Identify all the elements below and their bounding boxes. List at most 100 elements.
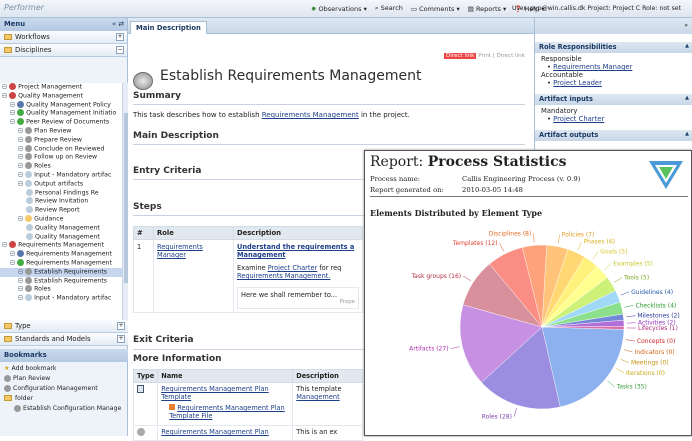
bookmark-item[interactable]: Configuration Management — [0, 384, 128, 394]
standards-section[interactable]: Standards and Models+ — [0, 333, 128, 346]
tree-item[interactable]: ⊟ Roles — [0, 285, 122, 294]
tree-item[interactable]: ⊟ Prepare Review — [0, 136, 122, 145]
tree-toggle-icon[interactable]: ⊟ — [18, 277, 25, 284]
artifact-name: Requirements Management Plan — [158, 426, 293, 441]
tree-node-icon — [9, 83, 16, 90]
template-icon — [134, 383, 158, 426]
tree-toggle-icon[interactable]: ⊟ — [18, 127, 25, 134]
expand-icon[interactable]: + — [116, 33, 124, 41]
workflows-section[interactable]: Workflows+ — [0, 31, 127, 44]
tree-item[interactable]: ⊟ Requirements Management — [0, 250, 122, 259]
reports-menu[interactable]: ▤ Reports ▾ — [468, 5, 507, 13]
comments-menu[interactable]: ▭ Comments ▾ — [411, 5, 460, 13]
tree-item[interactable]: Quality Management — [0, 224, 122, 233]
tree-item[interactable]: ⊟ Establish Requirements — [0, 268, 122, 277]
pie-label: Milestones (2) — [637, 313, 679, 320]
tree-node-icon — [26, 206, 33, 213]
tree-item-label: Quality Management — [35, 233, 100, 240]
tree-toggle-icon[interactable]: ⊟ — [10, 119, 17, 126]
tree-item[interactable]: Review Report — [0, 206, 122, 215]
template-file-link[interactable]: Requirements Management PlanTemplate Fil… — [169, 404, 289, 420]
search-button[interactable]: ⌕ Search — [375, 4, 403, 13]
tree-toggle-icon[interactable]: ⊟ — [2, 84, 9, 91]
add-bookmark-button[interactable]: ★ Add bookmark — [0, 364, 128, 374]
tree-item[interactable]: ⊟ Establish Requirements — [0, 277, 122, 286]
type-section[interactable]: Type+ — [0, 320, 128, 333]
pie-label: Checklists (4) — [635, 302, 676, 309]
tree-toggle-icon[interactable]: ⊟ — [10, 101, 17, 108]
steps-heading: Steps — [133, 202, 162, 212]
requirements-manager-link[interactable]: Requirements — [157, 243, 203, 251]
tree-toggle-icon[interactable]: ⊟ — [18, 154, 25, 161]
tree-item[interactable]: ⊟ Follow up on Review — [0, 153, 122, 162]
pie-leader-line — [625, 305, 634, 307]
tree-item[interactable]: ⊟ Requirements Management — [0, 259, 122, 268]
element-type-pie-chart: Tasks (35)Roles (28)Artifacts (27)Task g… — [365, 221, 692, 435]
tree-toggle-icon[interactable]: ⊟ — [18, 163, 25, 170]
tree-toggle-icon[interactable]: ⊟ — [18, 136, 25, 143]
print-link[interactable]: Print | Direct link — [478, 53, 525, 59]
collapse-arrow-icon[interactable]: ▲ — [685, 95, 689, 101]
task-gear-icon — [133, 72, 153, 90]
tree-node-icon — [9, 92, 16, 99]
tree-item[interactable]: ⊟ Guidance — [0, 215, 122, 224]
tree-toggle-icon[interactable]: ⊟ — [18, 286, 25, 293]
tree-toggle-icon[interactable]: ⊟ — [10, 259, 17, 266]
tree-toggle-icon[interactable]: ⊟ — [18, 180, 25, 187]
bookmark-item[interactable]: Plan Review — [0, 374, 128, 384]
search-icon: ⌕ — [375, 4, 379, 12]
tree-item[interactable]: ⊟ Roles — [0, 162, 122, 171]
main-description-heading: Main Description — [133, 131, 219, 141]
callis-logo-icon — [647, 155, 685, 191]
expand-icon[interactable]: + — [117, 335, 125, 343]
requirements-manager-link[interactable]: Requirements Manager — [553, 63, 632, 71]
tree-item[interactable]: ⊟ Quality Management — [0, 92, 122, 101]
bookmark-item[interactable]: folder — [0, 394, 128, 404]
tree-toggle-icon[interactable]: ⊟ — [10, 251, 17, 258]
tree-toggle-icon[interactable]: ⊟ — [10, 110, 17, 117]
tree-item-label: Review Report — [35, 207, 80, 214]
pie-leader-line — [608, 381, 615, 387]
project-charter-link[interactable]: Project Charter — [553, 115, 604, 123]
tree-item[interactable]: ⊟ Input - Mandatory artifac — [0, 171, 122, 180]
summary-text: This task describes how to establish Req… — [133, 111, 410, 119]
tree-item[interactable]: Personal Findings Re — [0, 189, 122, 198]
tree-item[interactable]: ⊟ Conclude on Reviewed — [0, 145, 122, 154]
step-title[interactable]: Understand the requirements a — [237, 243, 354, 251]
pie-label: Indicators (0) — [635, 349, 675, 356]
tree-toggle-icon[interactable]: ⊟ — [18, 295, 25, 302]
tree-item[interactable]: ⊟ Peer Review of Documents — [0, 118, 122, 127]
red-badge[interactable]: Direct link — [444, 53, 476, 59]
artifact-inputs-header[interactable]: Artifact inputs▲ — [535, 94, 692, 105]
role-responsibilities-header[interactable]: Role Responsibilities▲ — [535, 42, 692, 53]
expand-icon[interactable]: + — [117, 322, 125, 330]
tree-item[interactable]: Review Invitation — [0, 197, 122, 206]
tree-item[interactable]: ⊟ Output artifacts — [0, 180, 122, 189]
project-charter-link[interactable]: Project Charter — [268, 264, 318, 272]
collapse-panel-icon[interactable]: « ⇄ — [112, 20, 124, 28]
tree-item[interactable]: ⊟ Requirements Management — [0, 241, 122, 250]
collapse-icon[interactable]: − — [116, 46, 124, 54]
tree-toggle-icon[interactable]: ⊟ — [2, 92, 9, 99]
disciplines-section[interactable]: Disciplines− — [0, 44, 127, 57]
tree-toggle-icon[interactable]: ⊟ — [18, 171, 25, 178]
tree-toggle-icon[interactable]: ⊟ — [18, 215, 25, 222]
collapse-arrow-icon[interactable]: ▲ — [685, 131, 689, 137]
tree-item[interactable]: ⊟ Quality Management Initiatio — [0, 109, 122, 118]
tree-toggle-icon[interactable]: ⊟ — [18, 145, 25, 152]
tab-main-description[interactable]: Main Description — [130, 21, 207, 34]
project-leader-link[interactable]: Project Leader — [553, 79, 602, 87]
artifact-outputs-header[interactable]: Artifact outputs▲ — [535, 130, 692, 141]
collapse-arrow-icon[interactable]: ▲ — [685, 43, 689, 49]
tree-toggle-icon[interactable]: ⊟ — [18, 268, 25, 275]
tree-toggle-icon[interactable]: ⊟ — [2, 242, 9, 249]
bookmark-item[interactable]: Establish Configuration Manage — [0, 404, 128, 414]
collapse-right-icon[interactable]: » — [535, 18, 692, 34]
tree-item[interactable]: Quality Management — [0, 233, 122, 242]
tree-item[interactable]: ⊟ Project Management — [0, 83, 122, 92]
requirements-management-link[interactable]: Requirements Management — [262, 111, 359, 119]
tree-item[interactable]: ⊟ Input - Mandatory artifac — [0, 294, 122, 303]
tree-item[interactable]: ⊟ Quality Management Policy — [0, 101, 122, 110]
observations-menu[interactable]: ✸ Observations ▾ — [311, 5, 367, 13]
tree-item[interactable]: ⊟ Plan Review — [0, 127, 122, 136]
